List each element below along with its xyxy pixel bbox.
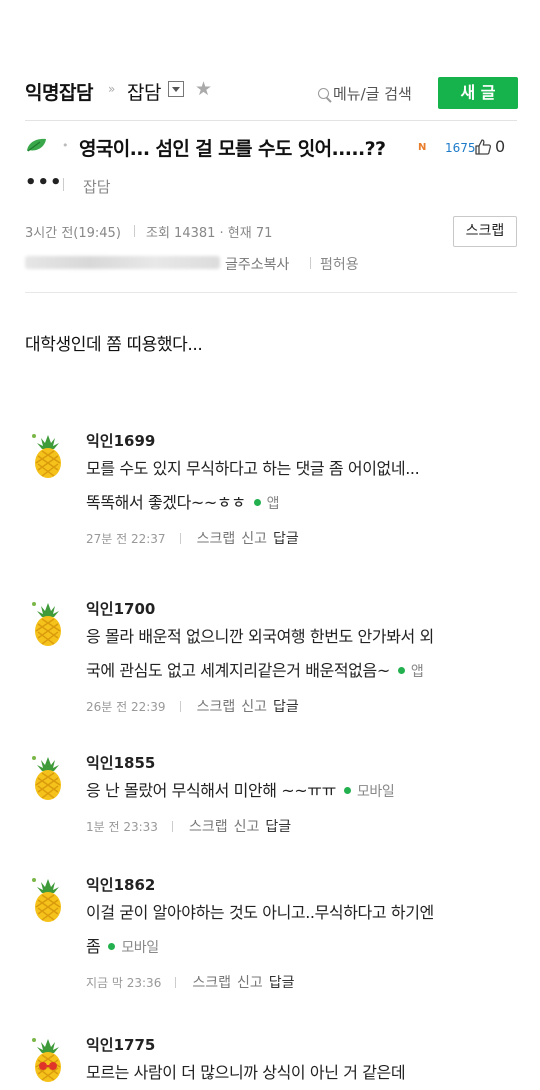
comment-source: 앱: [410, 664, 424, 680]
comment-text-line: 모르는 사람이 더 많으니까 상식이 아닌 거 같은데: [86, 1056, 516, 1090]
comment-text: 응 난 몰랐어 무식해서 미안해 ~~ㅠㅠ: [86, 781, 336, 800]
comment-time: 26분 전 22:39: [86, 699, 166, 714]
comment-report-button[interactable]: 신고: [237, 972, 263, 992]
comment-source: 앱: [266, 496, 280, 512]
comment-scrap-button[interactable]: 스크랩: [189, 816, 228, 836]
search-icon: [318, 88, 329, 99]
comment-text: 모르는 사람이 더 많으니까 상식이 아닌 거 같은데: [86, 1063, 406, 1082]
comment-time: 지금 막 23:36: [86, 975, 162, 990]
divider: [25, 292, 517, 293]
pineapple-avatar-icon: [28, 600, 68, 648]
divider: [310, 257, 311, 269]
breadcrumb-separator: »: [108, 82, 116, 96]
board-name[interactable]: 익명잡담: [25, 78, 93, 105]
comment-meta: 26분 전 22:39 스크랩 신고 답글: [86, 696, 299, 716]
title-bullet: •: [62, 139, 69, 152]
post-title: 영국이... 섬인 걸 모를 수도 잇어.....??: [79, 138, 386, 160]
comment-reply-button[interactable]: 답글: [265, 816, 291, 836]
comment-meta: 27분 전 22:37 스크랩 신고 답글: [86, 528, 299, 548]
comment-meta: 1분 전 23:33 스크랩 신고 답글: [86, 816, 291, 836]
favorite-star-icon[interactable]: ★: [195, 78, 212, 100]
comment-text: 좀: [86, 937, 101, 956]
comment-text-line: 좀 모바일: [86, 930, 516, 965]
comment-report-button[interactable]: 신고: [241, 528, 267, 548]
comment-author: 익인1699: [86, 432, 156, 450]
menu-search-button[interactable]: 메뉴/글 검색: [318, 83, 412, 104]
comment-text-line: 이걸 굳이 알아야하는 것도 아니고..무식하다고 하기엔: [86, 896, 516, 930]
post-time: 3시간 전(19:45): [25, 226, 121, 241]
divider: [179, 700, 181, 712]
comment-text: 똑똑해서 좋겠다~~ㅎㅎ: [86, 493, 246, 512]
source-dot-icon: [108, 943, 116, 950]
source-dot-icon: [343, 787, 351, 794]
comment-text-line: 응 난 몰랐어 무식해서 미안해 ~~ㅠㅠ 모바일: [86, 774, 516, 809]
more-options-button[interactable]: •••: [25, 172, 63, 193]
comment-author: 익인1862: [86, 876, 156, 894]
scrap-button[interactable]: 스크랩: [453, 216, 517, 247]
pineapple-avatar-icon: [28, 1036, 68, 1084]
comment-source: 모바일: [121, 940, 159, 956]
comment-text-line: 응 몰라 배운적 없으니깐 외국여행 한번도 안가봐서 외: [86, 620, 516, 654]
copy-url-button[interactable]: 글주소복사: [225, 254, 289, 274]
leaf-icon: [27, 138, 46, 152]
post-views: 조회 14381 · 현재 71: [146, 226, 273, 241]
comment-meta: 지금 막 23:36 스크랩 신고 답글: [86, 972, 295, 992]
like-count: 0: [495, 137, 506, 156]
thumbs-up-icon[interactable]: [474, 138, 492, 156]
divider: [179, 532, 181, 544]
comment-text: 모를 수도 있지 무식하다고 하는 댓글 좀 어이없네...: [86, 459, 420, 478]
comment-time: 27분 전 22:37: [86, 531, 166, 546]
search-label: 메뉴/글 검색: [333, 85, 412, 103]
post-body: 대학생인데 쫌 띠용했다...: [25, 335, 203, 355]
divider: [134, 225, 135, 237]
comment-text-line: 모를 수도 있지 무식하다고 하는 댓글 좀 어이없네...: [86, 452, 516, 486]
comment-reply-button[interactable]: 답글: [273, 528, 299, 548]
comment-source: 모바일: [356, 784, 395, 800]
comment-time: 1분 전 23:33: [86, 819, 158, 834]
subboard-dropdown-icon[interactable]: [168, 81, 184, 97]
divider: [63, 178, 64, 191]
comment-report-button[interactable]: 신고: [234, 816, 260, 836]
comment-scrap-button[interactable]: 스크랩: [197, 696, 236, 716]
comment-reply-button[interactable]: 답글: [273, 696, 299, 716]
pineapple-avatar-icon: [28, 876, 68, 924]
comment-author: 익인1855: [86, 754, 156, 772]
comment-text: 응 몰라 배운적 없으니깐 외국여행 한번도 안가봐서 외: [86, 627, 434, 646]
new-badge: N: [418, 142, 427, 153]
source-dot-icon: [397, 667, 405, 674]
comment-scrap-button[interactable]: 스크랩: [192, 972, 231, 992]
view-count-badge: 1675: [445, 141, 476, 155]
source-dot-icon: [253, 499, 261, 506]
new-post-button[interactable]: 새 글: [438, 77, 518, 109]
comment-text: 이걸 굳이 알아야하는 것도 아니고..무식하다고 하기엔: [86, 903, 434, 922]
post-category[interactable]: 잡담: [83, 176, 111, 197]
blurred-post-url: [25, 256, 220, 269]
divider: [25, 120, 517, 121]
divider: [175, 976, 177, 988]
subboard-name[interactable]: 잡담: [127, 78, 161, 105]
pineapple-avatar-icon: [28, 754, 68, 802]
comment-text-line: 똑똑해서 좋겠다~~ㅎㅎ 앱: [86, 486, 516, 521]
comment-author: 익인1775: [86, 1036, 156, 1054]
comment-scrap-button[interactable]: 스크랩: [197, 528, 236, 548]
pineapple-avatar-icon: [28, 432, 68, 480]
comment-text-line: 국에 관심도 없고 세계지리같은거 배운적없음~ 앱: [86, 654, 516, 689]
comment-reply-button[interactable]: 답글: [269, 972, 295, 992]
comment-report-button[interactable]: 신고: [241, 696, 267, 716]
comment-text: 국에 관심도 없고 세계지리같은거 배운적없음~: [86, 661, 390, 680]
allow-share-label: 펌허용: [320, 257, 359, 273]
comment-author: 익인1700: [86, 600, 156, 618]
divider: [171, 820, 173, 832]
